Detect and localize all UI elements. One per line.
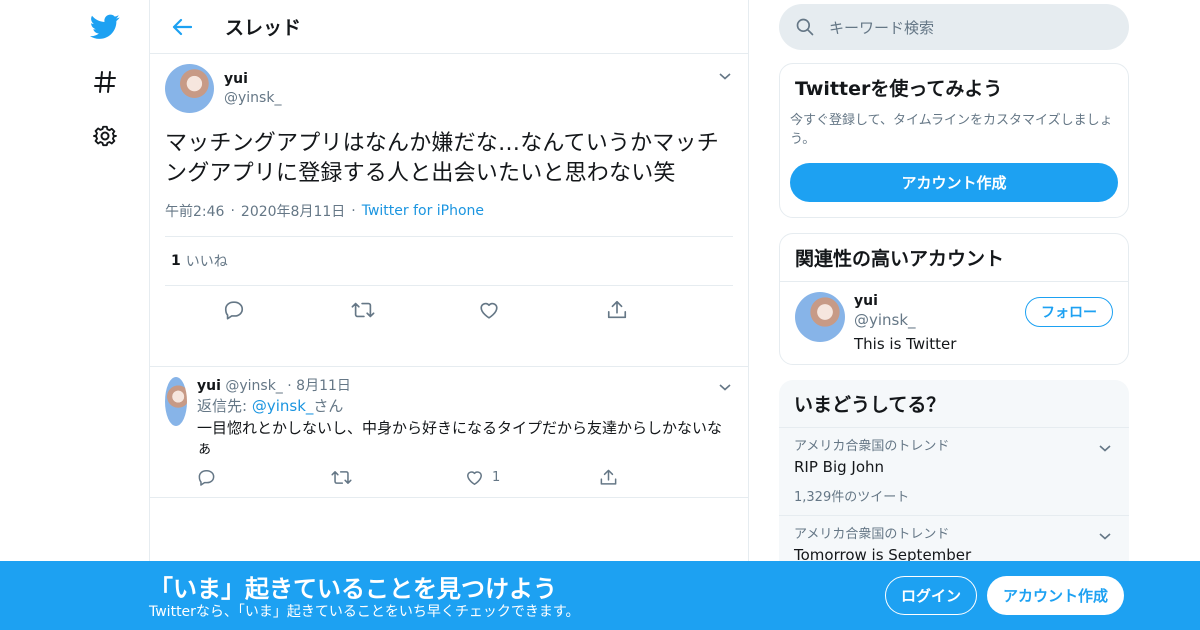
- related-name[interactable]: yui: [854, 292, 956, 311]
- reply-user-name[interactable]: yui: [197, 378, 221, 394]
- page-title: スレッド: [225, 17, 302, 39]
- tweet-meta: 午前2:46 · 2020年8月11日 · Twitter for iPhone: [165, 201, 733, 221]
- trend-item[interactable]: アメリカ合衆国のトレンド RIP Big John 1,329件のツイート: [779, 428, 1129, 516]
- search-icon: [796, 18, 814, 36]
- right-column: キーワード検索 Twitterを使ってみよう 今すぐ登録して、タイムラインをカス…: [779, 0, 1129, 577]
- trend-context: アメリカ合衆国のトレンド: [794, 527, 950, 542]
- reply-date[interactable]: 8月11日: [296, 378, 351, 394]
- focal-tweet: yui @yinsk_ マッチングアプリはなんか嫌だな…なんていうかマッチングア…: [150, 54, 748, 367]
- avatar[interactable]: [165, 377, 187, 426]
- header: スレッド: [150, 0, 748, 54]
- tweet-actions: [165, 286, 733, 334]
- create-account-button[interactable]: アカウント作成: [790, 163, 1118, 202]
- signup-card: Twitterを使ってみよう 今すぐ登録して、タイムラインをカスタマイズしましょ…: [779, 63, 1129, 218]
- back-arrow-icon[interactable]: [167, 12, 197, 42]
- bottom-bar-subtitle: Twitterなら、「いま」起きていることをいち早くチェックできます。: [149, 604, 580, 620]
- signup-button[interactable]: アカウント作成: [987, 576, 1124, 615]
- share-icon[interactable]: [599, 468, 733, 487]
- search-input[interactable]: キーワード検索: [779, 4, 1129, 50]
- reply-user-handle[interactable]: @yinsk_: [225, 378, 282, 394]
- trends-title: いまどうしてる？: [779, 380, 1129, 428]
- reply-to-suffix: さん: [313, 397, 344, 415]
- heart-icon[interactable]: [478, 299, 606, 321]
- share-icon[interactable]: [606, 299, 734, 321]
- reply-to-prefix: 返信先:: [197, 397, 252, 415]
- separator-dot: ·: [351, 203, 356, 219]
- reply-icon[interactable]: [223, 299, 351, 321]
- gear-icon[interactable]: [90, 121, 120, 151]
- likes-stat[interactable]: 1 いいね: [165, 236, 733, 286]
- signup-card-desc: 今すぐ登録して、タイムラインをカスタマイズしましょう。: [790, 113, 1113, 147]
- retweet-icon[interactable]: [331, 468, 465, 487]
- separator-dot: ·: [230, 203, 235, 219]
- chevron-down-icon[interactable]: [717, 379, 733, 395]
- tweet-time[interactable]: 午前2:46: [165, 201, 224, 221]
- related-handle[interactable]: @yinsk_: [854, 311, 956, 330]
- chevron-down-icon[interactable]: [1097, 528, 1113, 544]
- trend-context: アメリカ合衆国のトレンド: [794, 439, 950, 454]
- main-column: スレッド yui @yinsk_ マッチングアプリはなんか嫌だな…なんていうかマ…: [149, 0, 749, 630]
- user-name[interactable]: yui: [224, 70, 281, 89]
- trends-card: いまどうしてる？ アメリカ合衆国のトレンド RIP Big John 1,329…: [779, 380, 1129, 577]
- login-button[interactable]: ログイン: [885, 576, 977, 615]
- related-accounts-card: 関連性の高いアカウント yui @yinsk_ This is Twitter …: [779, 233, 1129, 365]
- trend-count: 1,329件のツイート: [794, 490, 910, 505]
- signup-card-title: Twitterを使ってみよう: [795, 78, 1003, 100]
- related-bio: This is Twitter: [854, 335, 957, 353]
- search-placeholder: キーワード検索: [829, 18, 935, 37]
- chevron-down-icon[interactable]: [1097, 440, 1113, 456]
- follow-button[interactable]: フォロー: [1025, 297, 1113, 327]
- reply-to-link[interactable]: @yinsk_: [252, 397, 314, 415]
- likes-count: 1: [171, 253, 181, 269]
- tweet-text: マッチングアプリはなんか嫌だな…なんていうかマッチングアプリに登録する人と出会い…: [165, 131, 719, 186]
- avatar[interactable]: [795, 292, 845, 342]
- bottom-signup-bar: 「いま」起きていることを見つけよう Twitterなら、「いま」起きていることを…: [0, 561, 1200, 630]
- trend-name: RIP Big John: [794, 458, 885, 476]
- reply-text: 一目惚れとかしないし、中身から好きになるタイプだから友達からしかないなぁ: [197, 419, 723, 457]
- reply-tweet[interactable]: yui @yinsk_ · 8月11日 返信先: @yinsk_さん 一目惚れと…: [150, 367, 748, 498]
- tweet-source-link[interactable]: Twitter for iPhone: [362, 203, 484, 219]
- left-nav: [78, 0, 148, 630]
- bottom-bar-title: 「いま」起きていることを見つけよう: [149, 575, 557, 603]
- reply-actions: 1: [197, 458, 733, 496]
- related-title: 関連性の高いアカウント: [780, 234, 1128, 282]
- retweet-icon[interactable]: [351, 299, 479, 321]
- related-account[interactable]: yui @yinsk_ This is Twitter フォロー: [780, 282, 1128, 364]
- twitter-bird-icon[interactable]: [90, 12, 120, 42]
- user-handle[interactable]: @yinsk_: [224, 89, 281, 108]
- chevron-down-icon[interactable]: [717, 68, 733, 84]
- reply-to-line: 返信先: @yinsk_さん: [197, 396, 733, 417]
- separator-dot: ·: [287, 378, 297, 394]
- likes-label: いいね: [185, 254, 228, 270]
- hashtag-icon[interactable]: [90, 67, 120, 97]
- tweet-date[interactable]: 2020年8月11日: [241, 201, 345, 221]
- reply-icon[interactable]: [197, 468, 331, 487]
- heart-icon[interactable]: 1: [465, 468, 599, 487]
- avatar[interactable]: [165, 64, 214, 113]
- like-count: 1: [492, 469, 501, 485]
